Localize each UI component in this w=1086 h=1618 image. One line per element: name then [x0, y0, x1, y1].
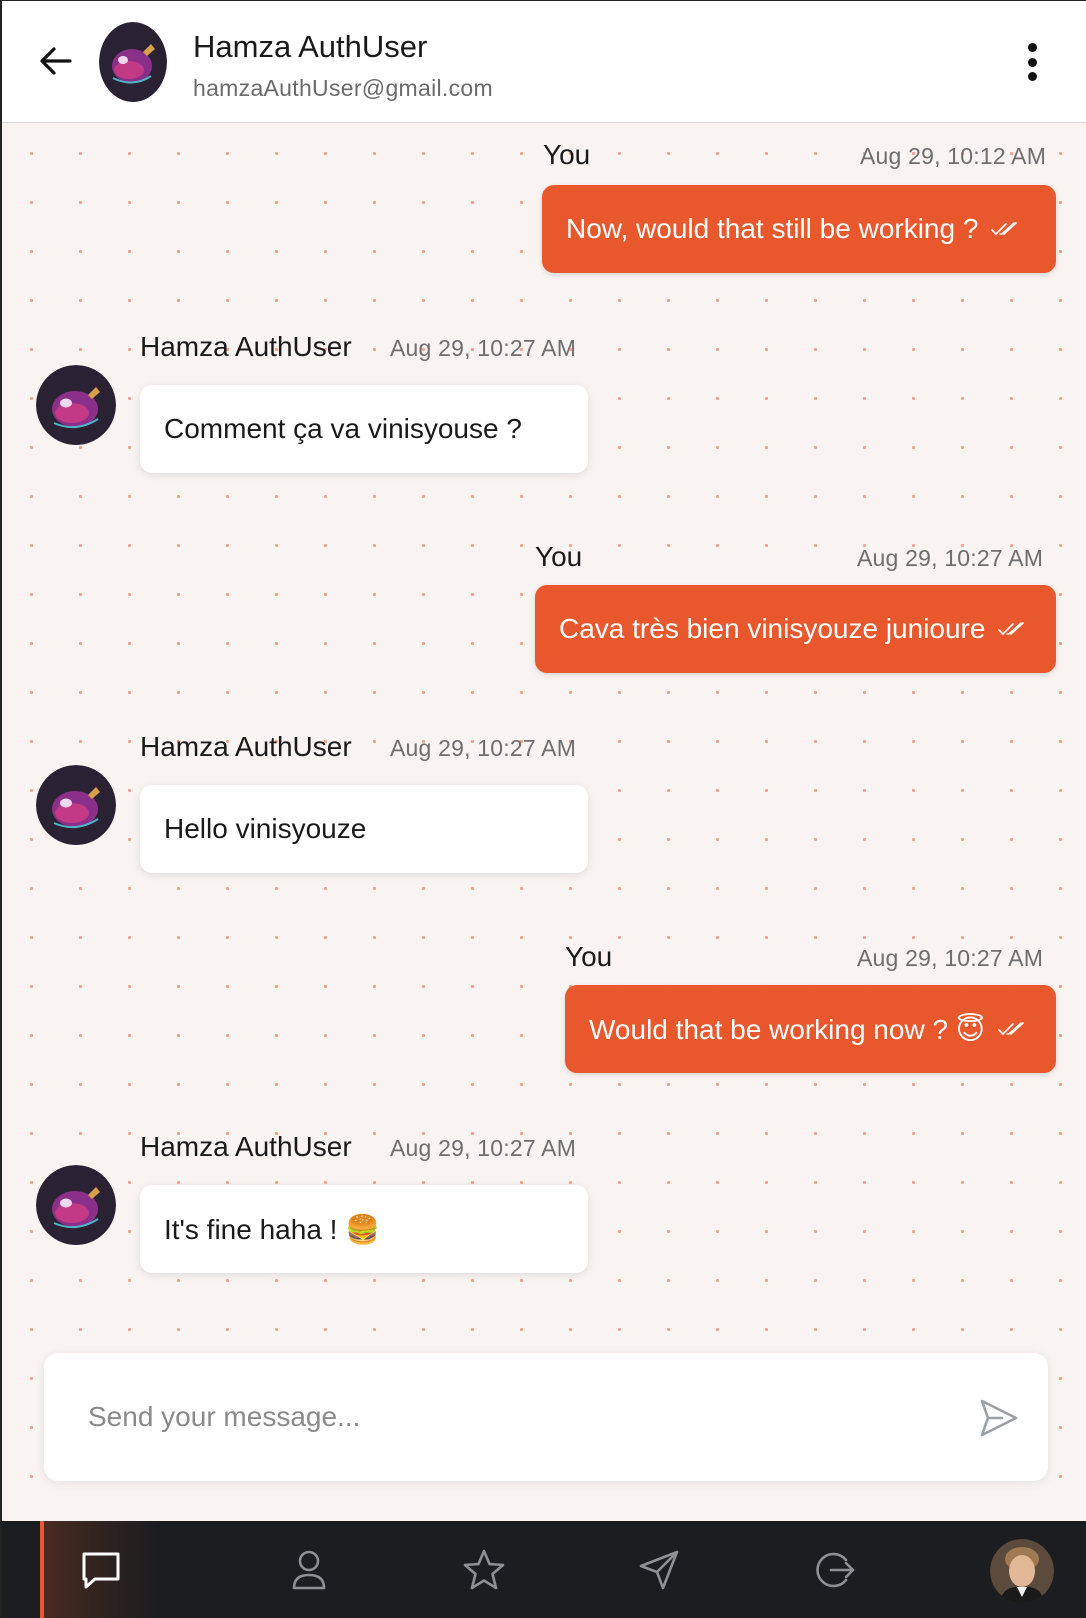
back-button[interactable] — [36, 41, 76, 81]
message-text: Now, would that still be working ? — [566, 213, 979, 244]
nav-item-logout[interactable] — [776, 1521, 894, 1618]
bottom-navigation — [2, 1521, 1086, 1618]
message-text: It's fine haha ! 🍔 — [164, 1213, 381, 1245]
incoming-message[interactable]: Hello vinisyouze — [140, 785, 588, 873]
app-frame: Hamza AuthUser hamzaAuthUser@gmail.com Y… — [0, 0, 1086, 1618]
more-vertical-icon — [1027, 43, 1037, 52]
message-sender: You — [543, 139, 591, 170]
user-icon — [292, 1550, 326, 1590]
sender-avatar[interactable] — [36, 765, 116, 845]
send-icon — [639, 1550, 679, 1590]
more-options-button[interactable] — [1017, 39, 1047, 85]
double-check-icon — [990, 221, 1018, 237]
message-text: Comment ça va vinisyouse ? — [164, 413, 522, 444]
contact-avatar[interactable] — [99, 22, 167, 102]
message-input[interactable] — [88, 1387, 928, 1447]
message-composer — [44, 1353, 1048, 1481]
message-sender: Hamza AuthUser — [140, 1131, 352, 1162]
send-icon — [980, 1399, 1018, 1437]
message-sender: You — [535, 541, 583, 572]
message-time: Aug 29, 10:27 AM — [857, 945, 1044, 971]
logout-icon — [816, 1552, 855, 1588]
chat-header: Hamza AuthUser hamzaAuthUser@gmail.com — [2, 1, 1086, 123]
outgoing-message[interactable]: Cava très bien vinisyouze junioure — [535, 585, 1056, 673]
chat-icon — [82, 1552, 120, 1589]
nav-item-send[interactable] — [600, 1521, 718, 1618]
sender-avatar[interactable] — [36, 365, 116, 445]
star-icon — [463, 1549, 505, 1590]
sender-avatar[interactable] — [36, 1165, 116, 1245]
double-check-icon — [997, 621, 1025, 637]
message-time: Aug 29, 10:27 AM — [857, 545, 1044, 571]
contact-name: Hamza AuthUser — [193, 29, 428, 64]
send-button[interactable] — [974, 1393, 1024, 1443]
message-time: Aug 29, 10:27 AM — [390, 735, 577, 761]
message-sender: You — [565, 941, 613, 972]
arrow-left-icon — [40, 47, 72, 75]
outgoing-message[interactable]: Would that be working now ? 😇 — [565, 985, 1056, 1073]
message-list[interactable]: You Aug 29, 10:12 AM Now, would that sti… — [2, 123, 1086, 1521]
message-time: Aug 29, 10:27 AM — [390, 1135, 577, 1161]
message-time: Aug 29, 10:12 AM — [860, 143, 1047, 169]
contact-email: hamzaAuthUser@gmail.com — [193, 75, 493, 101]
outgoing-message[interactable]: Now, would that still be working ? — [542, 185, 1056, 273]
incoming-message[interactable]: Comment ça va vinisyouse ? — [140, 385, 588, 473]
message-sender: Hamza AuthUser — [140, 331, 352, 362]
message-sender: Hamza AuthUser — [140, 731, 352, 762]
incoming-message[interactable]: It's fine haha ! 🍔 — [140, 1185, 588, 1273]
message-text: Hello vinisyouze — [164, 813, 367, 844]
nav-item-chats[interactable] — [40, 1521, 158, 1618]
message-text: Would that be working now ? 😇 — [589, 1013, 985, 1045]
double-check-icon — [997, 1021, 1025, 1037]
nav-item-favorites[interactable] — [425, 1521, 543, 1618]
message-time: Aug 29, 10:27 AM — [390, 335, 577, 361]
profile-avatar[interactable] — [990, 1539, 1054, 1603]
nav-item-contacts[interactable] — [250, 1521, 368, 1618]
message-text: Cava très bien vinisyouze junioure — [559, 613, 986, 644]
